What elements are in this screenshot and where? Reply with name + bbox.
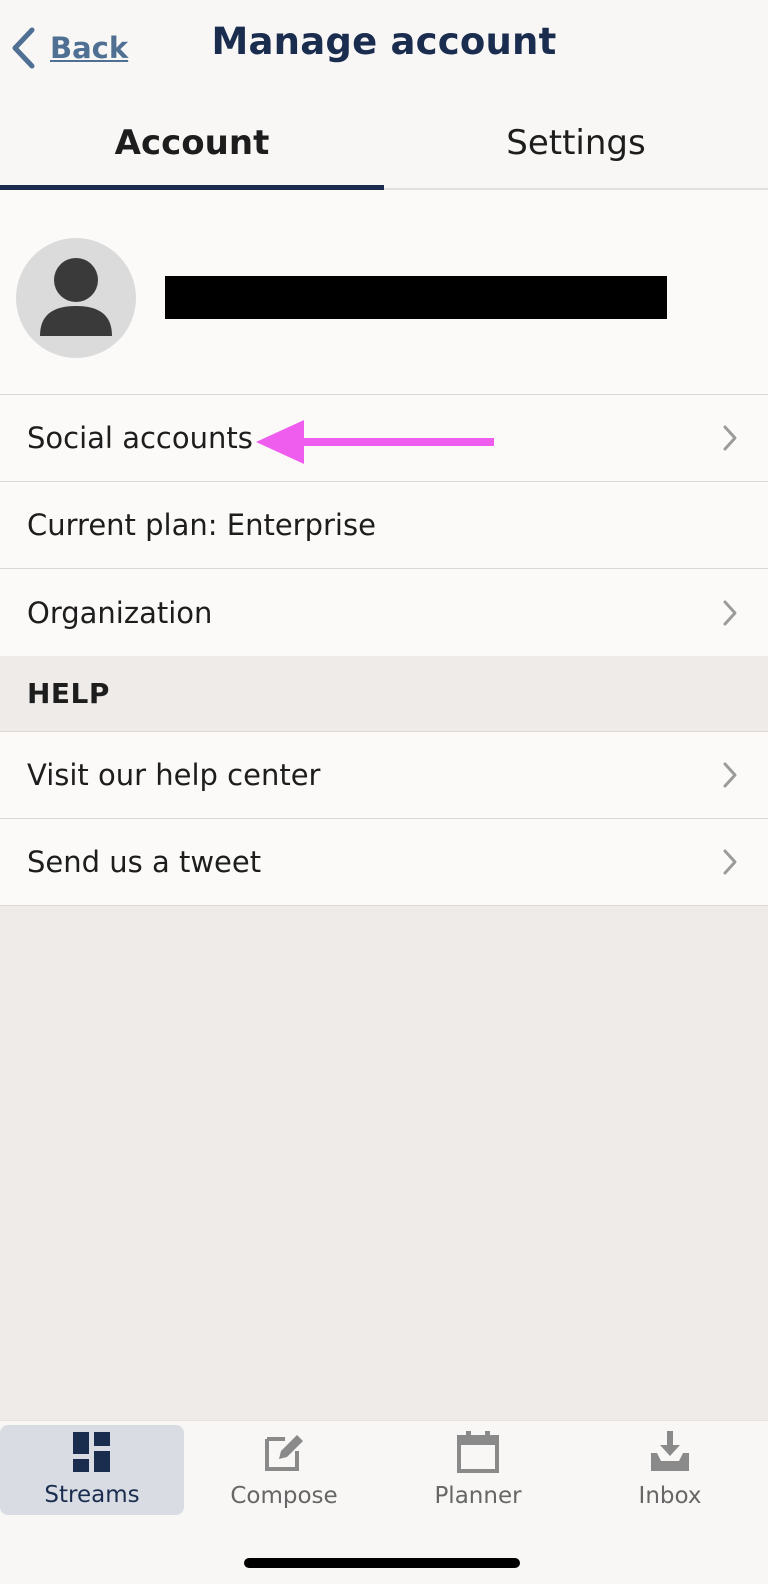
redacted-username — [165, 276, 667, 319]
tab-settings[interactable]: Settings — [384, 98, 768, 188]
nav-label: Streams — [44, 1482, 140, 1508]
row-label: Current plan: Enterprise — [27, 508, 376, 542]
planner-icon — [457, 1431, 499, 1477]
chevron-right-icon — [722, 761, 738, 789]
nav-streams[interactable]: Streams — [0, 1425, 184, 1515]
row-label: Social accounts — [27, 421, 253, 455]
help-list: Visit our help center Send us a tweet — [0, 732, 768, 906]
annotation-arrow-icon — [256, 418, 496, 470]
manage-account-screen: Back Manage account Account Settings Soc… — [0, 0, 768, 1584]
current-plan-row: Current plan: Enterprise — [0, 482, 768, 569]
profile-section — [0, 190, 768, 395]
organization-row[interactable]: Organization — [0, 569, 768, 656]
nav-label: Planner — [434, 1483, 522, 1509]
chevron-right-icon — [722, 424, 738, 452]
chevron-right-icon — [722, 599, 738, 627]
compose-icon — [263, 1431, 305, 1477]
header: Back Manage account — [0, 0, 768, 98]
inbox-icon — [649, 1431, 691, 1477]
nav-inbox[interactable]: Inbox — [578, 1425, 762, 1515]
nav-compose[interactable]: Compose — [192, 1425, 376, 1515]
home-indicator[interactable] — [244, 1558, 520, 1568]
help-center-row[interactable]: Visit our help center — [0, 732, 768, 819]
send-tweet-row[interactable]: Send us a tweet — [0, 819, 768, 906]
row-label: Send us a tweet — [27, 845, 262, 879]
row-label: Organization — [27, 595, 213, 630]
nav-label: Compose — [230, 1483, 338, 1509]
help-section-header: HELP — [0, 656, 768, 732]
tab-account[interactable]: Account — [0, 98, 384, 190]
chevron-right-icon — [722, 848, 738, 876]
tab-bar: Account Settings — [0, 98, 768, 190]
streams-icon — [73, 1432, 111, 1476]
nav-label: Inbox — [638, 1483, 702, 1509]
page-title: Manage account — [211, 20, 557, 63]
section-title: HELP — [27, 677, 110, 710]
nav-planner[interactable]: Planner — [386, 1425, 570, 1515]
user-avatar-icon — [16, 238, 136, 358]
row-label: Visit our help center — [27, 758, 321, 792]
